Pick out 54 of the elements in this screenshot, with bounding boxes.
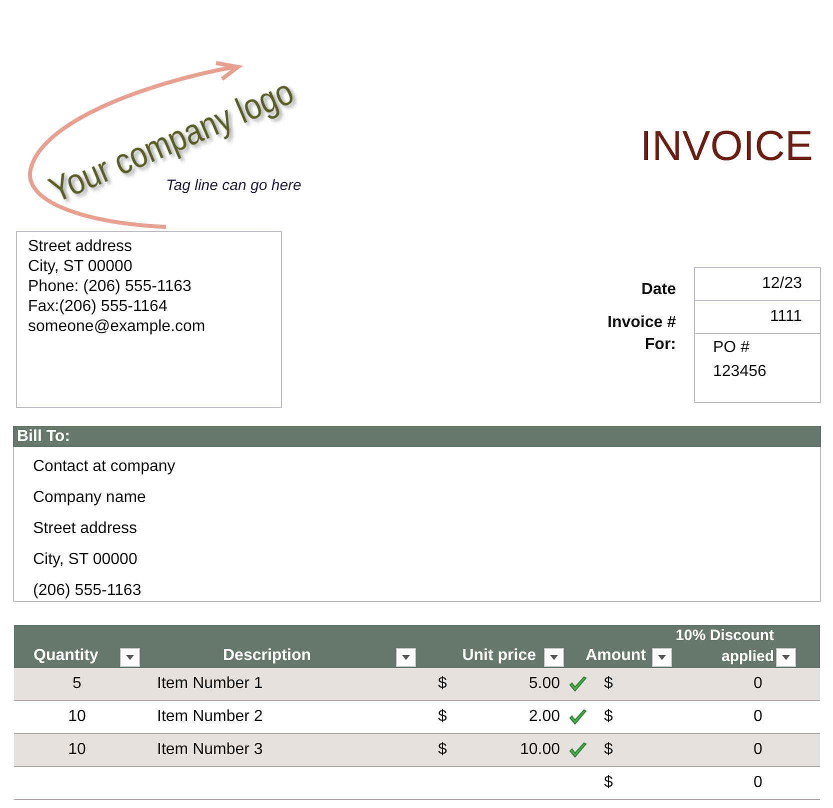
info-value: 1111: [770, 307, 802, 327]
currency-symbol: $: [604, 741, 613, 758]
filter-dropdown-button[interactable]: [120, 648, 140, 667]
address-line: someone@example.com: [28, 317, 206, 337]
caret-icon: [550, 655, 558, 660]
bill-to-line: Street address: [33, 519, 138, 539]
discount-cell-text: 0: [754, 740, 762, 760]
unit-price-cell-text: 2.00: [528, 707, 560, 727]
unit-price-cell-text: 10.00: [520, 740, 560, 760]
unit-price-cell-text: 5.00: [528, 674, 560, 694]
currency-symbol: $: [604, 675, 613, 692]
column-header: Unit price: [461, 646, 537, 666]
description-cell: Item Number 1: [157, 675, 263, 692]
currency-symbol: $: [438, 707, 447, 727]
info-label: Date: [641, 281, 676, 298]
tagline: Tag line can go here: [166, 176, 302, 196]
address-line: Fax:(206) 555-1164: [28, 297, 168, 317]
bill-to-line: City, ST 00000: [33, 550, 138, 570]
info-label: For:: [644, 336, 676, 353]
quantity-cell-text: 10: [68, 707, 86, 727]
quantity-cell-text: 5: [72, 674, 82, 694]
discount-cell-text: 0: [754, 707, 762, 727]
info-value: PO # 123456: [713, 339, 766, 380]
caret-icon: [126, 655, 134, 660]
currency-symbol: $: [438, 740, 447, 760]
info-label: Invoice #: [608, 314, 676, 331]
address-line: Street address: [28, 237, 134, 257]
address-line: City, ST 00000: [28, 257, 134, 277]
discount-cell-text: 0: [754, 773, 762, 793]
caret-icon: [402, 655, 410, 660]
caret-icon: [658, 655, 666, 660]
info-value: 12/23: [762, 274, 802, 294]
filter-dropdown-button[interactable]: [544, 648, 564, 667]
column-header: 10% Discount applied: [674, 626, 774, 667]
filter-dropdown-button[interactable]: [396, 648, 416, 667]
column-header: Amount: [584, 646, 647, 666]
currency-symbol: $: [438, 674, 447, 694]
bill-to-line: Company name: [33, 488, 147, 508]
address-line: Phone: (206) 555-1163: [28, 277, 192, 297]
column-header: Description: [222, 646, 312, 666]
discount-cell-text: 0: [754, 674, 762, 694]
currency-symbol: $: [604, 708, 613, 725]
invoice-title: INVOICE: [640, 122, 813, 170]
column-header: Quantity: [32, 646, 100, 666]
bill-to-line: Contact at company: [33, 457, 176, 477]
filter-dropdown-button[interactable]: [776, 648, 796, 667]
currency-symbol: $: [604, 774, 613, 791]
caret-icon: [782, 655, 790, 660]
quantity-cell-text: 10: [68, 740, 86, 760]
bill-to-header: Bill To:: [13, 426, 821, 447]
description-cell: Item Number 3: [157, 741, 263, 758]
filter-dropdown-button[interactable]: [652, 648, 672, 667]
bill-to-line: (206) 555-1163: [33, 581, 142, 601]
description-cell: Item Number 2: [157, 708, 263, 725]
